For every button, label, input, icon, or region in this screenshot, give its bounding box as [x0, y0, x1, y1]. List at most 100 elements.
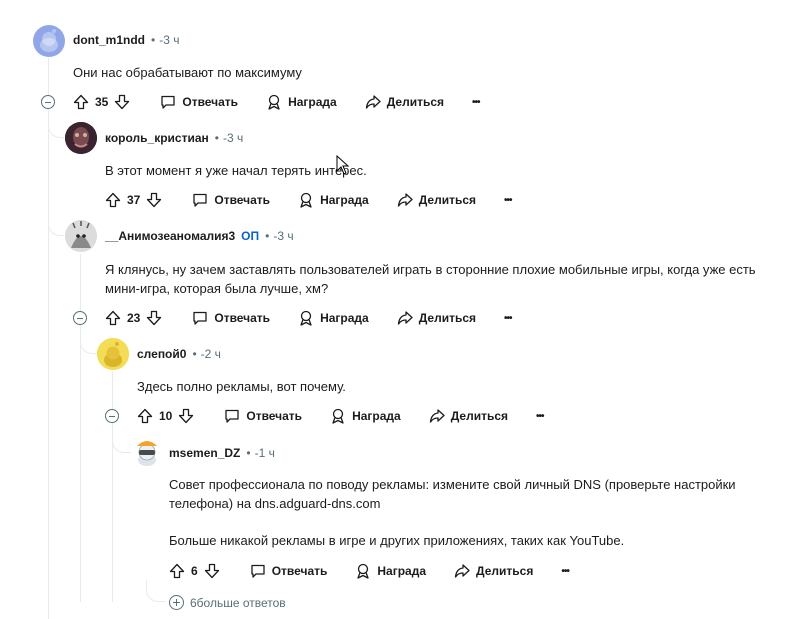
author-name[interactable]: msemen_DZ [169, 446, 240, 460]
thread-line [48, 58, 49, 619]
reply-button[interactable]: Отвечать [250, 563, 328, 579]
author-name[interactable]: __Анимозеаномалия3 [105, 229, 235, 243]
award-button[interactable]: Награда [355, 563, 426, 579]
vote-count: 35 [95, 95, 109, 109]
comment-actions: 10 Отвечать Награда Делиться ••• [137, 404, 572, 428]
award-icon [332, 408, 344, 424]
share-icon [429, 409, 445, 423]
reply-button[interactable]: Отвечать [192, 310, 270, 326]
reply-button[interactable]: Отвечать [224, 408, 302, 424]
avatar[interactable] [33, 25, 65, 57]
comment-body: Они нас обрабатывают по максимуму [73, 65, 302, 80]
reply-label: Отвечать [246, 409, 303, 423]
vote-count: 23 [127, 311, 141, 325]
share-icon [365, 95, 381, 109]
share-label: Делиться [418, 311, 477, 325]
user-photo-icon [65, 220, 97, 252]
share-icon [397, 311, 413, 325]
share-button[interactable]: Делиться [397, 192, 476, 208]
thread-connector [48, 210, 64, 236]
downvote-icon[interactable] [146, 310, 162, 326]
mouse-cursor-icon [336, 155, 350, 175]
award-icon [268, 94, 280, 110]
collapse-button[interactable] [41, 95, 55, 109]
award-button[interactable]: Награда [266, 94, 337, 110]
downvote-icon[interactable] [146, 192, 162, 208]
vote-group: 35 [73, 94, 130, 110]
downvote-icon[interactable] [178, 408, 194, 424]
snoo-avatar-icon [137, 441, 157, 466]
more-options-button[interactable]: ••• [504, 195, 512, 206]
more-options-button[interactable]: ••• [536, 411, 544, 422]
vote-count: 6 [191, 564, 198, 578]
share-button[interactable]: Делиться [397, 310, 476, 326]
timestamp[interactable]: -3 ч [159, 33, 179, 47]
timestamp[interactable]: -2 ч [201, 347, 221, 361]
award-button[interactable]: Награда [298, 192, 369, 208]
share-icon [397, 193, 413, 207]
reply-button[interactable]: Отвечать [160, 94, 238, 110]
reply-button[interactable]: Отвечать [192, 192, 270, 208]
award-label: Награда [320, 311, 369, 325]
vote-group: 23 [105, 310, 162, 326]
award-label: Награда [352, 409, 401, 423]
comment-body: Совет профессионала по поводу рекламы: и… [169, 477, 736, 511]
timestamp[interactable]: -3 ч [223, 131, 243, 145]
upvote-icon[interactable] [137, 408, 153, 424]
collapse-button[interactable] [105, 409, 119, 423]
avatar[interactable] [65, 122, 97, 154]
comment-actions: 35 Отвечать Награда Делиться ••• [73, 90, 508, 114]
comment-meta: msemen_DZ • -1 ч [169, 446, 275, 460]
more-options-button[interactable]: ••• [472, 97, 480, 108]
more-options-button[interactable]: ••• [504, 313, 512, 324]
snoo-avatar-icon [40, 29, 58, 52]
user-photo-icon [65, 122, 97, 154]
comment-icon [193, 193, 208, 207]
more-replies-label: 6больше ответов [190, 595, 286, 610]
avatar[interactable] [97, 338, 129, 370]
comment-body: Здесь полно рекламы, вот почему. [137, 379, 346, 394]
separator: • [246, 446, 251, 460]
share-label: Делиться [386, 95, 445, 109]
comment-body: Я клянусь, ну зачем заставлять пользоват… [105, 262, 756, 296]
thread-connector [112, 426, 132, 453]
comment-icon [161, 95, 176, 109]
comment-actions: 37 Отвечать Награда Делиться ••• [105, 188, 540, 212]
separator: • [192, 347, 197, 361]
more-replies-button[interactable]: 6больше ответов [169, 595, 286, 610]
share-label: Делиться [450, 409, 509, 423]
separator: • [214, 131, 219, 145]
vote-group: 6 [169, 563, 220, 579]
author-name[interactable]: dont_m1ndd [73, 33, 145, 47]
avatar[interactable] [131, 436, 163, 468]
award-button[interactable]: Награда [330, 408, 401, 424]
upvote-icon[interactable] [105, 192, 121, 208]
author-name[interactable]: слепой0 [137, 347, 186, 361]
timestamp[interactable]: -3 ч [273, 229, 293, 243]
share-button[interactable]: Делиться [429, 408, 508, 424]
upvote-icon[interactable] [169, 563, 185, 579]
thread-connector [146, 580, 166, 602]
share-icon [454, 564, 470, 578]
collapse-button[interactable] [73, 311, 87, 325]
author-name[interactable]: король_кристиан [105, 131, 209, 145]
reply-label: Отвечать [271, 564, 328, 578]
timestamp[interactable]: -1 ч [255, 446, 275, 460]
more-options-button[interactable]: ••• [561, 566, 569, 577]
award-button[interactable]: Награда [298, 310, 369, 326]
plus-circle-icon [169, 595, 184, 610]
upvote-icon[interactable] [105, 310, 121, 326]
thread-line [112, 371, 113, 602]
comment-actions: 6 Отвечать Награда Делиться ••• [169, 559, 597, 583]
downvote-icon[interactable] [204, 563, 220, 579]
comment-icon [193, 311, 208, 325]
avatar[interactable] [65, 220, 97, 252]
share-button[interactable]: Делиться [365, 94, 444, 110]
share-button[interactable]: Делиться [454, 563, 533, 579]
award-label: Награда [377, 564, 427, 578]
vote-count: 37 [127, 193, 141, 207]
downvote-icon[interactable] [114, 94, 130, 110]
upvote-icon[interactable] [73, 94, 89, 110]
comment-meta: __Анимозеаномалия3 ОП • -3 ч [105, 229, 294, 243]
award-icon [300, 310, 312, 326]
